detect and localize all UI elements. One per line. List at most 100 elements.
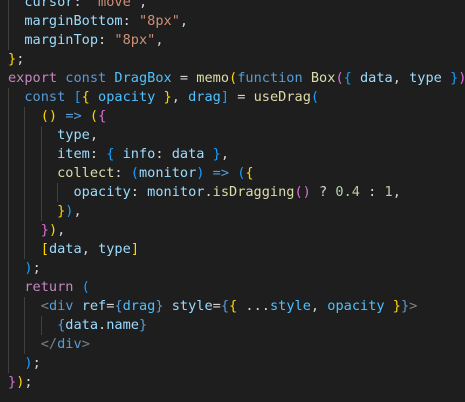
code-token: ;: [16, 51, 25, 67]
code-token: cursor: [24, 0, 74, 10]
code-line[interactable]: }),: [0, 221, 465, 240]
code-editor[interactable]: cursor: "move", marginBottom: "8px", mar…: [0, 0, 465, 402]
code-line[interactable]: collect: (monitor) => ({: [0, 164, 465, 183]
code-token: function: [237, 70, 303, 86]
code-token: {: [220, 298, 230, 314]
code-token: {: [98, 108, 107, 124]
code-token: (: [335, 70, 344, 86]
code-token: data: [65, 317, 99, 333]
code-token: (): [40, 108, 58, 124]
code-token: =: [229, 89, 254, 105]
code-token: monitor: [147, 184, 205, 200]
code-token: </: [40, 336, 58, 352]
code-token: data: [48, 241, 82, 257]
code-token: :: [130, 184, 148, 200]
code-line[interactable]: };: [0, 50, 465, 69]
code-token: :: [114, 165, 131, 181]
code-token: ref: [81, 298, 107, 314]
code-token: style: [171, 298, 213, 314]
code-token: {: [114, 298, 123, 314]
indent-guide: [8, 183, 9, 202]
code-line[interactable]: return (: [0, 278, 465, 297]
code-line[interactable]: marginTop: "8px",: [0, 31, 465, 50]
code-line[interactable]: <div ref={drag} style={{ ...style, opaci…: [0, 297, 465, 316]
indent-guide: [40, 145, 42, 164]
code-token: {: [229, 298, 238, 314]
code-line[interactable]: );: [0, 354, 465, 373]
code-token: ,: [179, 13, 189, 29]
code-token: ,: [155, 32, 164, 48]
code-token: 0.4: [335, 184, 360, 200]
code-token: (: [310, 89, 320, 105]
code-line[interactable]: item: { info: data },: [0, 145, 465, 164]
code-token: opacity: [98, 89, 156, 105]
code-token: ,: [220, 146, 230, 162]
code-line[interactable]: {data.name}: [0, 316, 465, 335]
code-line[interactable]: () => ({: [0, 107, 465, 126]
code-token: ,: [89, 127, 99, 143]
code-line[interactable]: }),: [0, 202, 465, 221]
code-token: marginTop: [24, 32, 99, 48]
indent-guide: [24, 221, 26, 240]
code-token: ): [24, 355, 33, 371]
code-area[interactable]: cursor: "move", marginBottom: "8px", mar…: [0, 0, 465, 392]
indent-guide: [8, 0, 9, 12]
indent-guide: [24, 240, 26, 259]
code-line[interactable]: marginBottom: "8px",: [0, 12, 465, 31]
code-line[interactable]: </div>: [0, 335, 465, 354]
indent-guide: [40, 202, 42, 221]
indent-guide: [8, 316, 9, 335]
indent-guide: [40, 316, 42, 335]
code-token: <: [40, 298, 49, 314]
code-token: }: [40, 222, 49, 238]
code-token: {: [343, 70, 352, 86]
code-line[interactable]: export const DragBox = memo(function Box…: [0, 69, 465, 88]
code-token: [: [40, 241, 49, 257]
code-token: (: [89, 108, 99, 124]
code-token: style: [269, 298, 311, 314]
code-token: isDragging: [212, 184, 295, 200]
code-token: .: [204, 184, 213, 200]
code-token: [: [73, 89, 82, 105]
code-token: }: [392, 298, 401, 314]
code-token: }: [400, 298, 410, 314]
code-line[interactable]: const [{ opacity }, drag] = useDrag(: [0, 88, 465, 107]
indent-guide: [8, 12, 9, 31]
code-token: {: [245, 165, 254, 181]
code-token: 1: [384, 184, 393, 200]
code-line[interactable]: });: [0, 373, 465, 392]
code-token: }: [138, 317, 148, 333]
code-token: {: [81, 89, 90, 105]
code-token: useDrag: [253, 89, 311, 105]
code-token: >: [81, 336, 90, 352]
code-token: :: [73, 0, 90, 10]
code-token: const: [24, 89, 66, 105]
indent-guide: [57, 183, 59, 202]
code-token: ,: [138, 0, 148, 10]
code-token: (): [294, 184, 311, 200]
code-token: ,: [73, 203, 82, 219]
code-line[interactable]: type,: [0, 126, 465, 145]
indent-guide: [40, 183, 42, 202]
indent-guide: [40, 126, 42, 145]
code-line[interactable]: opacity: monitor.isDragging() ? 0.4 : 1,: [0, 183, 465, 202]
code-token: ,: [57, 222, 66, 238]
code-line[interactable]: [data, type]: [0, 240, 465, 259]
code-line[interactable]: cursor: "move",: [0, 0, 465, 12]
indent-guide: [24, 316, 26, 335]
code-line[interactable]: );: [0, 259, 465, 278]
